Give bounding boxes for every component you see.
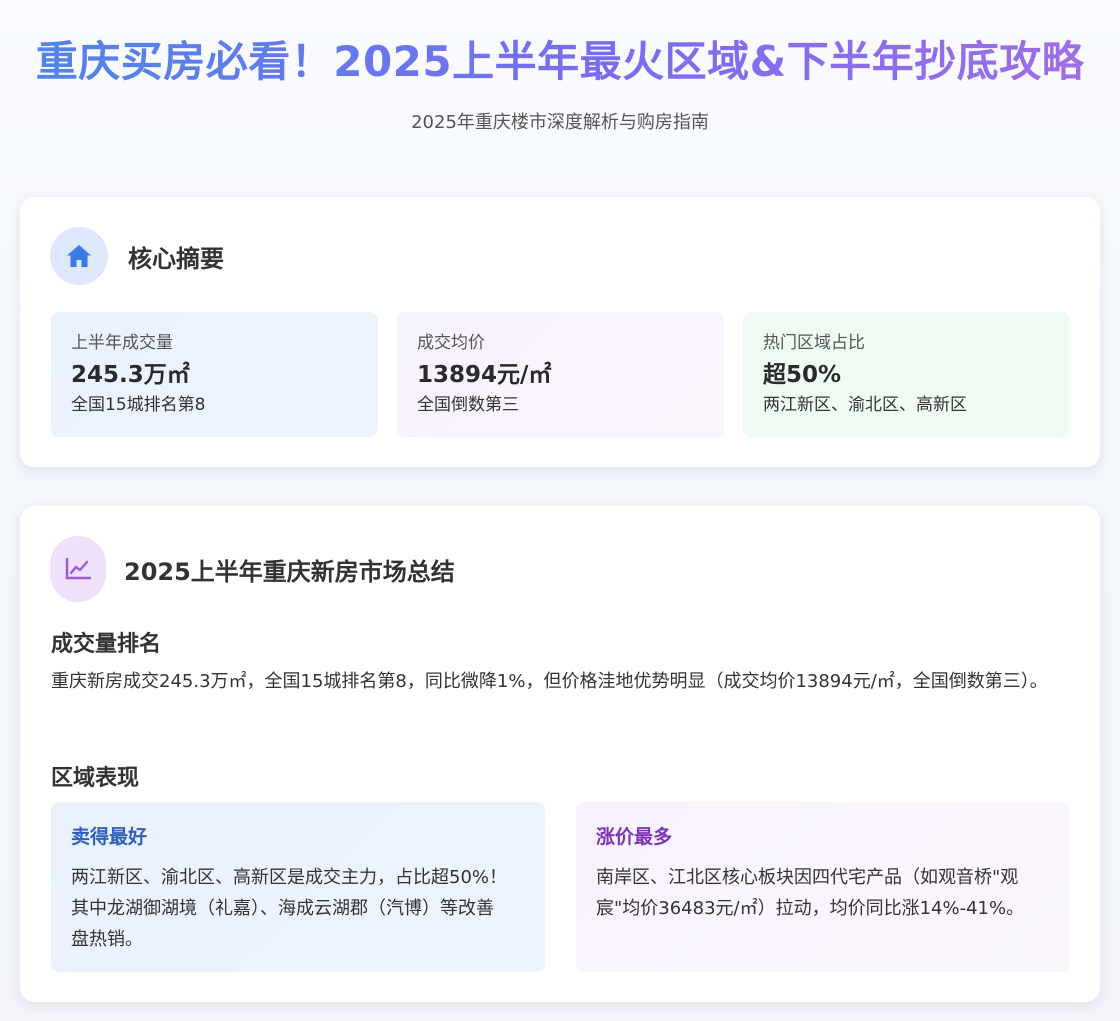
region-body: 两江新区、渝北区、高新区是成交主力，占比超50%！其中龙湖御湖境（礼嘉）、海成云… <box>71 867 508 950</box>
region-title: 卖得最好 <box>71 826 148 848</box>
ranking-heading: 成交量排名 <box>51 632 162 657</box>
page-header: 重庆买房必看！2025上半年最火区域&下半年抄底攻略 2025年重庆楼市深度解析… <box>0 0 1120 134</box>
summary-card-header: 核心摘要 <box>50 227 224 285</box>
market-card-header: 2025上半年重庆新房市场总结 <box>50 536 455 602</box>
stat-note: 全国15城排名第8 <box>71 395 206 415</box>
stat-label: 成交均价 <box>417 333 485 353</box>
region-title: 涨价最多 <box>596 826 673 848</box>
stat-label: 热门区域占比 <box>763 333 865 353</box>
region-best-selling: 卖得最好 两江新区、渝北区、高新区是成交主力，占比超50%！其中龙湖御湖境（礼嘉… <box>51 802 545 972</box>
stat-value: 超50% <box>763 362 842 388</box>
summary-card: 核心摘要 上半年成交量 245.3万㎡ 全国15城排名第8 成交均价 13894… <box>20 197 1100 467</box>
stat-note: 两江新区、渝北区、高新区 <box>763 395 967 415</box>
stat-average-price: 成交均价 13894元/㎡ 全国倒数第三 <box>397 312 724 437</box>
stat-label: 上半年成交量 <box>71 333 173 353</box>
page-subtitle: 2025年重庆楼市深度解析与购房指南 <box>411 112 709 133</box>
region-heading: 区域表现 <box>51 766 140 791</box>
stat-value: 245.3万㎡ <box>71 362 190 388</box>
market-title: 2025上半年重庆新房市场总结 <box>124 557 455 586</box>
summary-title: 核心摘要 <box>128 244 224 273</box>
stat-volume: 上半年成交量 245.3万㎡ 全国15城排名第8 <box>51 312 378 437</box>
stat-value: 13894元/㎡ <box>417 362 552 388</box>
stat-note: 全国倒数第三 <box>417 395 519 415</box>
home-icon <box>50 227 108 285</box>
region-body: 南岸区、江北区核心板块因四代宅产品（如观音桥"观宸"均价36483元/㎡）拉动，… <box>596 867 1025 919</box>
stat-hot-region-share: 热门区域占比 超50% 两江新区、渝北区、高新区 <box>743 312 1070 437</box>
market-summary-card: 2025上半年重庆新房市场总结 成交量排名 重庆新房成交245.3万㎡，全国15… <box>20 506 1100 1002</box>
region-price-rise: 涨价最多 南岸区、江北区核心板块因四代宅产品（如观音桥"观宸"均价36483元/… <box>576 802 1070 972</box>
ranking-paragraph: 重庆新房成交245.3万㎡，全国15城排名第8，同比微降1%，但价格洼地优势明显… <box>51 671 1048 692</box>
page-title: 重庆买房必看！2025上半年最火区域&下半年抄底攻略 <box>0 36 1120 88</box>
line-chart-icon <box>50 536 106 602</box>
